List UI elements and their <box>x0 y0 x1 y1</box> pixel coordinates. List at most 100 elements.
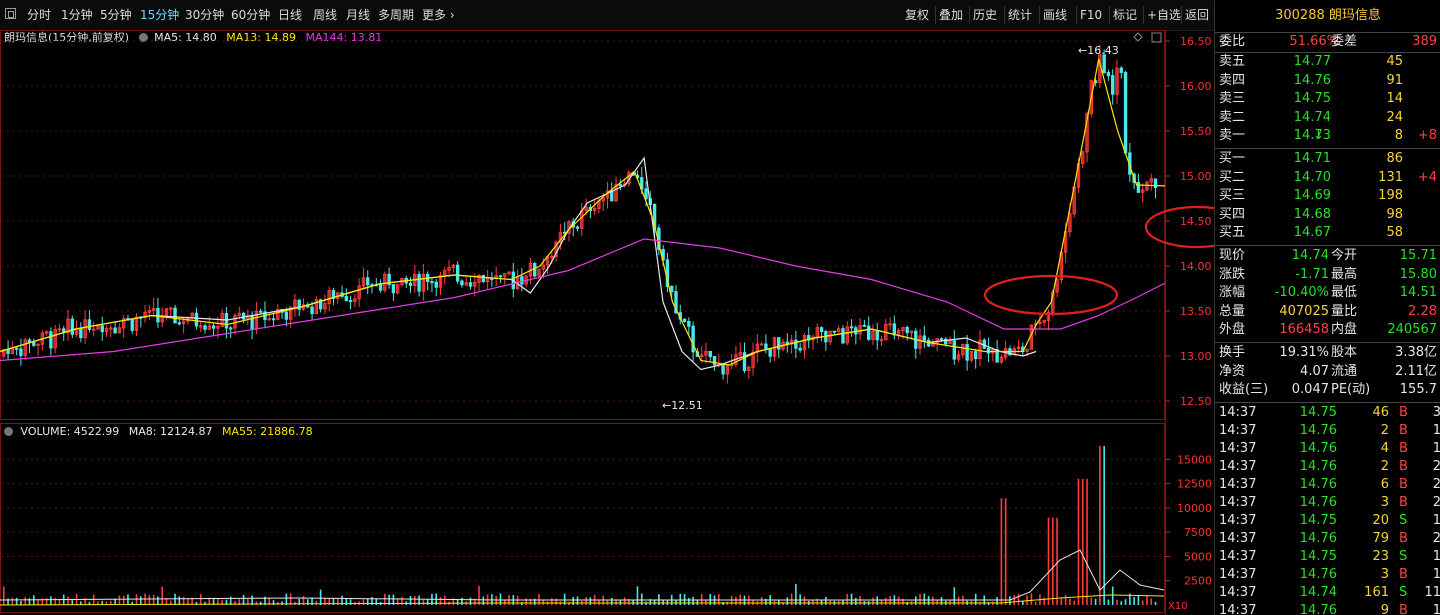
candle-body <box>875 330 879 341</box>
quote-value: 166458 <box>1279 322 1329 338</box>
quote-value-2: 14.51 <box>1399 285 1437 301</box>
bid-price: 14.68 <box>1293 206 1331 222</box>
tick-volume: 3 <box>1380 495 1389 510</box>
fundamental-row: 净资 4.07 流通 2.11亿 <box>1215 363 1440 381</box>
quote-label: 外盘 <box>1219 322 1246 338</box>
candle-body <box>271 318 276 321</box>
ask-label: 卖二 <box>1219 109 1246 125</box>
tick-side: S <box>1399 585 1408 600</box>
bid-price: 14.71 <box>1293 151 1331 166</box>
tick-count: 1 <box>1433 512 1440 530</box>
bid-change: +4 <box>1417 169 1437 185</box>
quote-value: -10.40% <box>1274 285 1329 301</box>
tick-price: 14.74 <box>1299 585 1337 600</box>
trade-tick-row: 14:37 14.76 6B 2 <box>1215 476 1440 494</box>
trade-tick-row: 14:37 14.76 2B 1 <box>1215 422 1440 440</box>
ask-price: 14.76 <box>1293 72 1331 88</box>
tick-price: 14.76 <box>1299 441 1337 456</box>
price-tick-label: 16.00 <box>1180 80 1212 93</box>
candle-body <box>952 340 956 360</box>
tick-price: 14.75 <box>1299 549 1337 564</box>
quote-label-2: 最低 <box>1331 285 1358 301</box>
fund-label: 收益(三) <box>1219 382 1269 398</box>
tick-volume: 20 <box>1372 513 1389 528</box>
candle-body <box>113 327 117 334</box>
fund-label: 换手 <box>1219 345 1246 360</box>
trade-tick-row: 14:37 14.76 3B 2 <box>1215 494 1440 512</box>
candle-body <box>49 331 53 349</box>
fund-label-2: PE(动) <box>1331 382 1371 398</box>
candle-body <box>224 312 229 329</box>
candle-body <box>849 326 854 329</box>
candle-body <box>408 282 413 286</box>
ask-row: 卖一 14.73 ↓ 8 +8 <box>1215 127 1440 145</box>
tick-time: 14:37 <box>1219 531 1257 546</box>
panel-divider <box>1215 245 1440 246</box>
kline-chart[interactable]: 16.50 16.00 15.50 15.00 14.50 14.00 13.50 13.00… <box>0 0 1214 615</box>
candle-body <box>832 330 837 333</box>
ask-label: 卖一 <box>1219 128 1246 144</box>
candle-body <box>70 318 74 335</box>
candle-body <box>682 318 687 322</box>
tick-side: B <box>1399 441 1408 456</box>
candle-body <box>6 349 10 355</box>
tick-side: B <box>1399 531 1408 546</box>
low-price-annotation: ←12.51 <box>662 399 703 412</box>
candle-body <box>109 327 113 330</box>
trade-tick-row: 14:37 14.76 79 B 2 <box>1215 530 1440 548</box>
tick-time: 14:37 <box>1219 423 1257 438</box>
candle-body <box>468 282 473 287</box>
ask-price: 14.74 <box>1293 109 1331 125</box>
tick-volume: 23 <box>1372 549 1389 564</box>
ask-change: +8 <box>1417 128 1437 144</box>
tick-volume: 79 <box>1372 531 1389 546</box>
price-tick-label: 15.50 <box>1180 125 1212 138</box>
tick-price: 14.75 <box>1299 405 1337 420</box>
candle-body <box>879 339 884 342</box>
bid-label: 买四 <box>1219 206 1246 222</box>
bid-label: 买一 <box>1219 151 1246 166</box>
diamond-icon <box>1133 32 1143 42</box>
bid-row: 买四 14.68 98 <box>1215 206 1440 224</box>
candle-body <box>57 328 62 331</box>
candle-body <box>982 339 986 349</box>
tick-count: 11 <box>1424 585 1440 600</box>
volume-tick-label: 10000 <box>1177 502 1212 515</box>
tick-price: 14.76 <box>1299 423 1337 438</box>
quote-label-2: 量比 <box>1331 303 1358 319</box>
tick-time: 14:37 <box>1219 495 1257 510</box>
trade-tick-row: 14:3714.762B2 <box>1215 458 1440 476</box>
candle-body <box>670 285 674 293</box>
candle-body <box>19 348 23 356</box>
tick-time: 14:37 <box>1219 405 1257 420</box>
ask-label: 卖四 <box>1219 72 1246 88</box>
volume-tick-label: 12500 <box>1177 478 1212 491</box>
ask-label: 卖三 <box>1219 91 1246 107</box>
tick-price: 14.76 <box>1299 567 1337 582</box>
candle-body <box>32 341 36 346</box>
candle-body <box>533 262 537 277</box>
ask-volume: 24 <box>1386 109 1403 125</box>
candle-body <box>310 306 314 315</box>
fund-value: 0.047 <box>1291 382 1329 398</box>
candle-body <box>481 274 486 283</box>
trade-tick-row: 14:37 14.74 161 S 11 <box>1215 584 1440 602</box>
tick-volume: 46 <box>1372 405 1389 420</box>
candle-body <box>794 339 798 349</box>
volume-tick-label: 7500 <box>1184 526 1212 539</box>
tick-side: B <box>1399 405 1408 420</box>
tick-time: 14:37 <box>1219 441 1257 456</box>
ask-label: 卖五 <box>1219 54 1246 69</box>
panel-divider <box>1215 148 1440 149</box>
candle-body <box>1111 75 1115 95</box>
high-price-annotation: ←16.43 <box>1078 44 1119 57</box>
tick-time: 14:37 <box>1219 477 1257 492</box>
tick-side: S <box>1399 513 1408 528</box>
candle-body <box>92 328 96 331</box>
candle-body <box>100 325 104 333</box>
candle-body <box>460 280 464 286</box>
quote-value: -1.71 <box>1295 266 1329 282</box>
fund-label-2: 股本 <box>1331 345 1358 360</box>
candle-body <box>712 356 717 366</box>
volume-tick-label: 2500 <box>1184 575 1212 588</box>
